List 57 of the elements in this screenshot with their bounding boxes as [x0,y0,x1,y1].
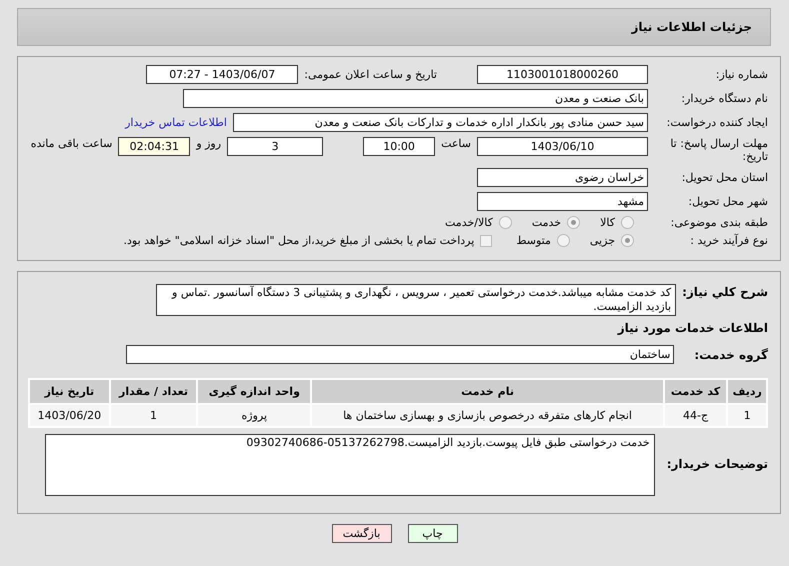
buyer-org-field: بانک صنعت و معدن [183,89,648,108]
column-header: نام خدمت [312,380,663,403]
column-header: واحد اندازه گیری [198,380,310,403]
column-header: تاریخ نیاز [30,380,109,403]
table-cell: پروژه [198,405,310,426]
field-label: شرح کلي نياز: [682,284,768,300]
table-cell: ج-44 [664,405,726,426]
announce-date-field: 1403/06/07 - 07:27 [146,65,298,84]
radio-button[interactable] [567,216,580,229]
page-title: جزئیات اطلاعات نیاز [631,20,752,34]
radio-label: متوسط [516,234,551,247]
table-cell: انجام کارهای متفرقه درخصوص بازسازی و بهسازی ساختمان ها [312,405,663,426]
radio-label: کالا/خدمت [445,216,493,229]
checkbox[interactable] [480,234,492,246]
checkbox-label: پرداخت تمام یا بخشی از مبلغ خرید،از محل "اسناد خزانه اسلامی" خواهد بود. [124,234,474,247]
column-header: تعداد / مقدار [110,380,196,403]
print-button[interactable]: چاپ [408,524,458,543]
field-label: شهر محل تحویل: [687,195,768,208]
buyer-contact-link[interactable]: اطلاعات تماس خریدار [125,116,227,129]
deadline-date-field: 1403/06/10 [477,137,648,156]
field-label: طبقه بندی موضوعی: [670,216,768,229]
field-label: مهلت ارسال پاسخ: تا تاریخ: [669,137,768,163]
radio-label: جزیی [590,234,615,247]
table-cell: 1403/06/20 [30,405,109,426]
section-title: اطلاعات خدمات مورد نیاز [616,321,768,335]
table-cell: 1 [728,405,766,426]
description-textarea: کد خدمت مشابه میباشد.خدمت درخواستی تعمیر ، سرویس ، نگهداری و پشتیبانی 3 دستگاه آسانسور .تماس و بازدید الزامیست. [156,284,676,316]
radio-button[interactable] [621,216,634,229]
service-group-field: ساختمان [126,345,674,364]
province-field: خراسان رضوی [477,168,648,187]
field-label: گروه خدمت: [694,346,768,362]
requester-field: سید حسن منادی پور بانکدار اداره خدمات و تدارکات بانک صنعت و معدن [233,113,648,132]
field-label: روز و [196,137,222,150]
field-label: نوع فرآیند خرید : [689,234,768,247]
field-label: نام دستگاه خریدار: [680,92,768,105]
back-button[interactable]: بازگشت [332,524,392,543]
radio-label: خدمت [532,216,562,229]
deadline-time-field: 10:00 [363,137,436,156]
field-label: شماره نیاز: [714,68,768,81]
column-header: ردیف [728,380,766,403]
radio-label: کالا [600,216,615,229]
field-label: توضیحات خریدار: [666,456,768,472]
field-label: تاریخ و ساعت اعلان عمومی: [304,68,437,81]
need-number-field: 1103001018000260 [477,65,648,84]
buyer-notes-textarea: خدمت درخواستی طبق فایل پیوست.بازدید الزامیست.05137262798-09302740686 [44,434,655,496]
days-field: 3 [227,137,324,156]
field-label: ایجاد کننده درخواست: [666,116,768,129]
radio-button[interactable] [556,234,570,247]
radio-button[interactable] [498,216,512,229]
field-label: ساعت [441,137,471,150]
remaining-time-field: 02:04:31 [118,137,190,156]
radio-button[interactable] [621,234,634,247]
column-header: کد خدمت [664,380,726,403]
table-cell: 1 [110,405,196,426]
city-field: مشهد [477,192,648,211]
field-label: ساعت باقی مانده [30,137,112,150]
field-label: استان محل تحویل: [680,171,768,184]
